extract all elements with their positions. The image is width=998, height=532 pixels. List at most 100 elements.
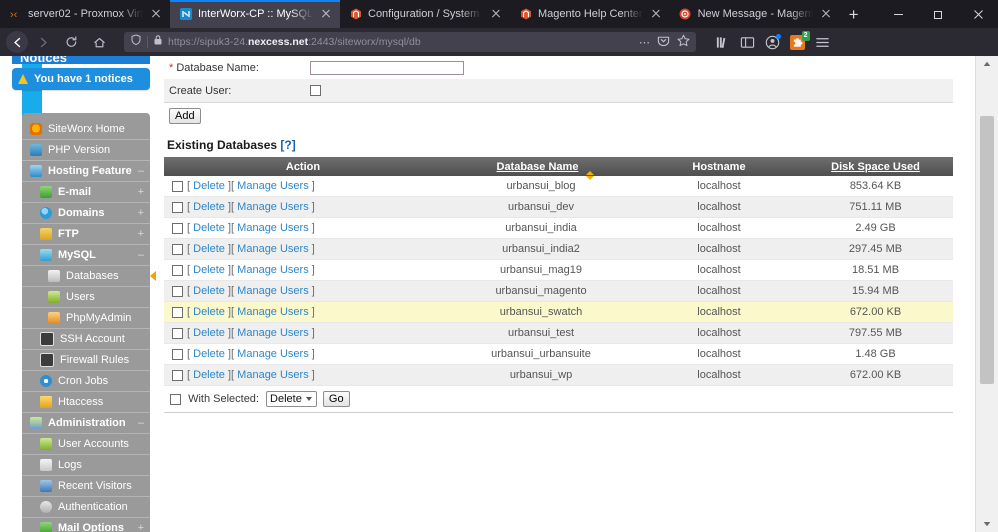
row-checkbox[interactable] (172, 369, 183, 381)
sidebar-item-php-version[interactable]: PHP Version (22, 140, 150, 161)
sidebar-item-users[interactable]: Users (22, 287, 150, 308)
manage-users-link[interactable]: Manage Users (237, 306, 309, 318)
row-checkbox[interactable] (172, 222, 183, 234)
close-icon[interactable] (319, 7, 333, 21)
manage-users-link[interactable]: Manage Users (237, 285, 309, 297)
sidebar-item-administration[interactable]: Administration – (22, 413, 150, 434)
delete-link[interactable]: Delete (193, 201, 225, 213)
row-checkbox[interactable] (172, 348, 183, 360)
manage-users-link[interactable]: Manage Users (237, 180, 309, 192)
sidebar-item-recent-visitors[interactable]: Recent Visitors (22, 476, 150, 497)
delete-link[interactable]: Delete (193, 222, 225, 234)
row-checkbox[interactable] (172, 201, 183, 213)
scroll-down-arrow[interactable] (976, 516, 998, 532)
home-button[interactable] (86, 31, 112, 53)
url-text[interactable]: https://sipuk3-24.nexcess.net:2443/sitew… (168, 36, 421, 48)
row-checkbox[interactable] (172, 306, 183, 318)
delete-link[interactable]: Delete (193, 264, 225, 276)
delete-link[interactable]: Delete (193, 180, 225, 192)
tab-interworx[interactable]: InterWorx-CP :: MySQL Databas (170, 0, 340, 28)
padlock-icon[interactable] (153, 33, 163, 51)
scrollbar-thumb[interactable] (980, 116, 994, 384)
sidebar-item-phpmyadmin[interactable]: PhpMyAdmin (22, 308, 150, 329)
close-icon[interactable] (819, 7, 833, 21)
delete-link[interactable]: Delete (193, 369, 225, 381)
delete-link[interactable]: Delete (193, 285, 225, 297)
delete-link[interactable]: Delete (193, 327, 225, 339)
notice-button[interactable]: You have 1 notices (12, 68, 150, 90)
manage-users-link[interactable]: Manage Users (237, 348, 309, 360)
minimize-button[interactable] (878, 0, 918, 28)
expand-icon[interactable]: + (138, 228, 144, 240)
header-disk-space[interactable]: Disk Space Used (798, 157, 953, 176)
tab-proxmox[interactable]: ›‹ server02 - Proxmox Virtual Env (0, 0, 170, 28)
add-button[interactable]: Add (169, 107, 201, 124)
tab-magento-forum[interactable]: New Message - Magento Forun (670, 0, 840, 28)
account-icon[interactable] (764, 34, 781, 50)
manage-users-link[interactable]: Manage Users (237, 264, 309, 276)
url-bar[interactable]: https://sipuk3-24.nexcess.net:2443/sitew… (124, 32, 696, 52)
forward-button[interactable] (30, 31, 56, 53)
sidebar-item-authentication[interactable]: Authentication (22, 497, 150, 518)
sidebar-item-mail-options[interactable]: Mail Options + (22, 518, 150, 532)
database-name-input[interactable] (310, 60, 464, 75)
scroll-up-arrow[interactable] (976, 56, 998, 72)
header-database-name[interactable]: Database Name (442, 157, 640, 180)
manage-users-link[interactable]: Manage Users (237, 369, 309, 381)
sidebar-item-siteworx-home[interactable]: SiteWorx Home (22, 119, 150, 140)
row-checkbox[interactable] (172, 327, 183, 339)
sidebar-item-mysql[interactable]: MySQL – (22, 245, 150, 266)
row-checkbox[interactable] (172, 285, 183, 297)
sidebar-icon[interactable] (739, 34, 755, 50)
row-checkbox[interactable] (172, 264, 183, 276)
tab-magento-config[interactable]: Configuration / System / Mage (340, 0, 510, 28)
sidebar-item-hosting-features[interactable]: Hosting Features – (22, 161, 150, 182)
sidebar-item-domains[interactable]: Domains + (22, 203, 150, 224)
header-hostname[interactable]: Hostname (640, 157, 798, 176)
expand-icon[interactable]: + (138, 207, 144, 219)
row-checkbox[interactable] (172, 180, 183, 192)
bulk-action-select[interactable]: Delete (266, 391, 317, 407)
header-action[interactable]: Action (164, 157, 442, 176)
close-button[interactable] (958, 0, 998, 28)
collapse-icon[interactable]: – (138, 417, 144, 429)
new-tab-button[interactable]: + (840, 0, 868, 28)
hamburger-menu-icon[interactable] (814, 34, 830, 50)
sidebar-item-ftp[interactable]: FTP + (22, 224, 150, 245)
close-icon[interactable] (489, 7, 503, 21)
back-button[interactable] (6, 31, 28, 53)
manage-users-link[interactable]: Manage Users (237, 222, 309, 234)
select-all-checkbox[interactable] (170, 393, 181, 405)
sidebar-item-logs[interactable]: Logs (22, 455, 150, 476)
row-checkbox[interactable] (172, 243, 183, 255)
extension-icon[interactable]: 2 (789, 30, 810, 50)
star-icon[interactable] (677, 34, 690, 50)
delete-link[interactable]: Delete (193, 348, 225, 360)
sidebar-item-e-mail[interactable]: E-mail + (22, 182, 150, 203)
sidebar-item-firewall-rules[interactable]: Firewall Rules (22, 350, 150, 371)
collapse-icon[interactable]: – (138, 165, 144, 177)
expand-icon[interactable]: + (138, 186, 144, 198)
pocket-icon[interactable] (657, 34, 670, 50)
header-database-name-label[interactable]: Database Name (497, 161, 579, 173)
sidebar-item-databases[interactable]: Databases (22, 266, 156, 287)
sidebar-item-cron-jobs[interactable]: Cron Jobs (22, 371, 150, 392)
header-disk-space-label[interactable]: Disk Space Used (831, 161, 920, 173)
library-icon[interactable] (714, 34, 730, 50)
reload-button[interactable] (58, 31, 84, 53)
tab-magento-help[interactable]: Magento Help Center (510, 0, 670, 28)
ellipsis-icon[interactable]: ⋯ (639, 36, 650, 49)
collapse-icon[interactable]: – (138, 249, 144, 261)
section-help-link[interactable]: [?] (280, 138, 295, 152)
create-user-checkbox[interactable] (310, 85, 321, 97)
close-icon[interactable] (149, 7, 163, 21)
go-button[interactable]: Go (322, 391, 350, 407)
sidebar-item-user-accounts[interactable]: User Accounts (22, 434, 150, 455)
sidebar-item-htaccess[interactable]: Htaccess (22, 392, 150, 413)
manage-users-link[interactable]: Manage Users (237, 327, 309, 339)
maximize-button[interactable] (918, 0, 958, 28)
expand-icon[interactable]: + (138, 522, 144, 532)
shield-icon[interactable] (130, 33, 142, 51)
manage-users-link[interactable]: Manage Users (237, 201, 309, 213)
delete-link[interactable]: Delete (193, 243, 225, 255)
